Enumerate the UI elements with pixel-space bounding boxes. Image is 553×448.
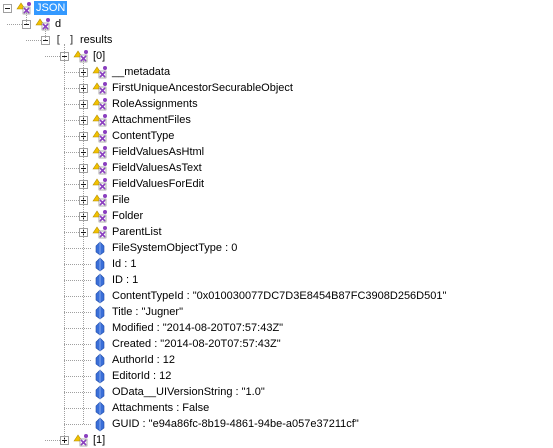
tree-connector — [64, 392, 91, 393]
json-tree-view[interactable]: JSON d[ ] results [0] __metadata FirstUniqueA… — [0, 0, 553, 447]
json-object-icon — [92, 192, 108, 208]
tree-connector — [64, 376, 91, 377]
tree-connector — [45, 28, 46, 40]
json-value-icon — [92, 368, 108, 384]
tree-node-label[interactable]: ParentList — [110, 225, 164, 239]
tree-node-label[interactable]: ContentType — [110, 129, 176, 143]
tree-connector — [83, 60, 84, 424]
json-value-icon — [92, 304, 108, 320]
json-object-icon — [92, 176, 108, 192]
tree-connector — [64, 360, 91, 361]
tree-node[interactable]: JSON — [0, 0, 553, 16]
tree-node-label[interactable]: AttachmentFiles — [110, 113, 193, 127]
json-object-icon — [92, 80, 108, 96]
tree-connector — [64, 344, 91, 345]
json-object-icon — [92, 64, 108, 80]
json-object-icon — [16, 0, 32, 16]
tree-node-label[interactable]: __metadata — [110, 65, 172, 79]
json-object-icon — [73, 48, 89, 64]
tree-connector — [64, 408, 91, 409]
tree-connector — [64, 312, 91, 313]
tree-node-label[interactable]: Modified : "2014-08-20T07:57:43Z" — [110, 321, 285, 335]
json-value-icon — [92, 352, 108, 368]
json-object-icon — [92, 160, 108, 176]
tree-node-label[interactable]: AuthorId : 12 — [110, 353, 177, 367]
tree-node-label[interactable]: d — [53, 17, 63, 31]
json-value-icon — [92, 320, 108, 336]
json-value-icon — [92, 272, 108, 288]
tree-node-label[interactable]: FieldValuesAsText — [110, 161, 204, 175]
tree-node[interactable]: d — [0, 16, 553, 32]
tree-node-label[interactable]: Id : 1 — [110, 257, 138, 271]
json-value-icon — [92, 288, 108, 304]
json-object-icon — [92, 208, 108, 224]
json-value-icon — [92, 384, 108, 400]
tree-node-label[interactable]: GUID : "e94a86fc-8b19-4861-94be-a057e372… — [110, 417, 361, 431]
tree-node-label[interactable]: Folder — [110, 209, 145, 223]
json-value-icon — [92, 256, 108, 272]
json-object-icon — [35, 16, 51, 32]
tree-connector — [64, 264, 91, 265]
tree-node-label[interactable]: Attachments : False — [110, 401, 211, 415]
tree-node-label[interactable]: EditorId : 12 — [110, 369, 173, 383]
tree-node-label[interactable]: FileSystemObjectType : 0 — [110, 241, 239, 255]
tree-connector — [64, 328, 91, 329]
json-object-icon — [92, 96, 108, 112]
json-object-icon — [92, 112, 108, 128]
json-value-icon — [92, 416, 108, 432]
tree-node-label[interactable]: FieldValuesForEdit — [110, 177, 206, 191]
json-object-icon — [92, 224, 108, 240]
tree-connector — [64, 248, 91, 249]
tree-node-label[interactable]: results — [78, 33, 114, 47]
json-value-icon — [92, 336, 108, 352]
json-value-icon — [92, 240, 108, 256]
tree-connector — [64, 44, 65, 440]
tree-node-label[interactable]: ID : 1 — [110, 273, 140, 287]
json-object-icon — [73, 432, 89, 448]
tree-node-label[interactable]: Created : "2014-08-20T07:57:43Z" — [110, 337, 283, 351]
tree-node-label[interactable]: [1] — [91, 433, 107, 447]
tree-node-label[interactable]: File — [110, 193, 132, 207]
tree-node-label[interactable]: OData__UIVersionString : "1.0" — [110, 385, 267, 399]
tree-node-label[interactable]: FieldValuesAsHtml — [110, 145, 206, 159]
tree-connector — [64, 296, 91, 297]
tree-node[interactable]: [ ] results — [0, 32, 553, 48]
tree-node-label[interactable]: Title : "Jugner" — [110, 305, 185, 319]
tree-connector — [26, 12, 27, 24]
collapse-icon[interactable] — [3, 4, 12, 13]
json-object-icon — [92, 144, 108, 160]
tree-node-label[interactable]: FirstUniqueAncestorSecurableObject — [110, 81, 295, 95]
tree-connector — [64, 424, 91, 425]
tree-node-label[interactable]: ContentTypeId : "0x010030077DC7D3E8454B8… — [110, 289, 448, 303]
tree-node-label[interactable]: RoleAssignments — [110, 97, 200, 111]
tree-node[interactable]: [1] — [0, 432, 553, 448]
json-value-icon — [92, 400, 108, 416]
tree-node-label[interactable]: JSON — [34, 1, 68, 15]
tree-node-label[interactable]: [0] — [91, 49, 107, 63]
tree-connector — [64, 280, 91, 281]
json-object-icon — [92, 128, 108, 144]
